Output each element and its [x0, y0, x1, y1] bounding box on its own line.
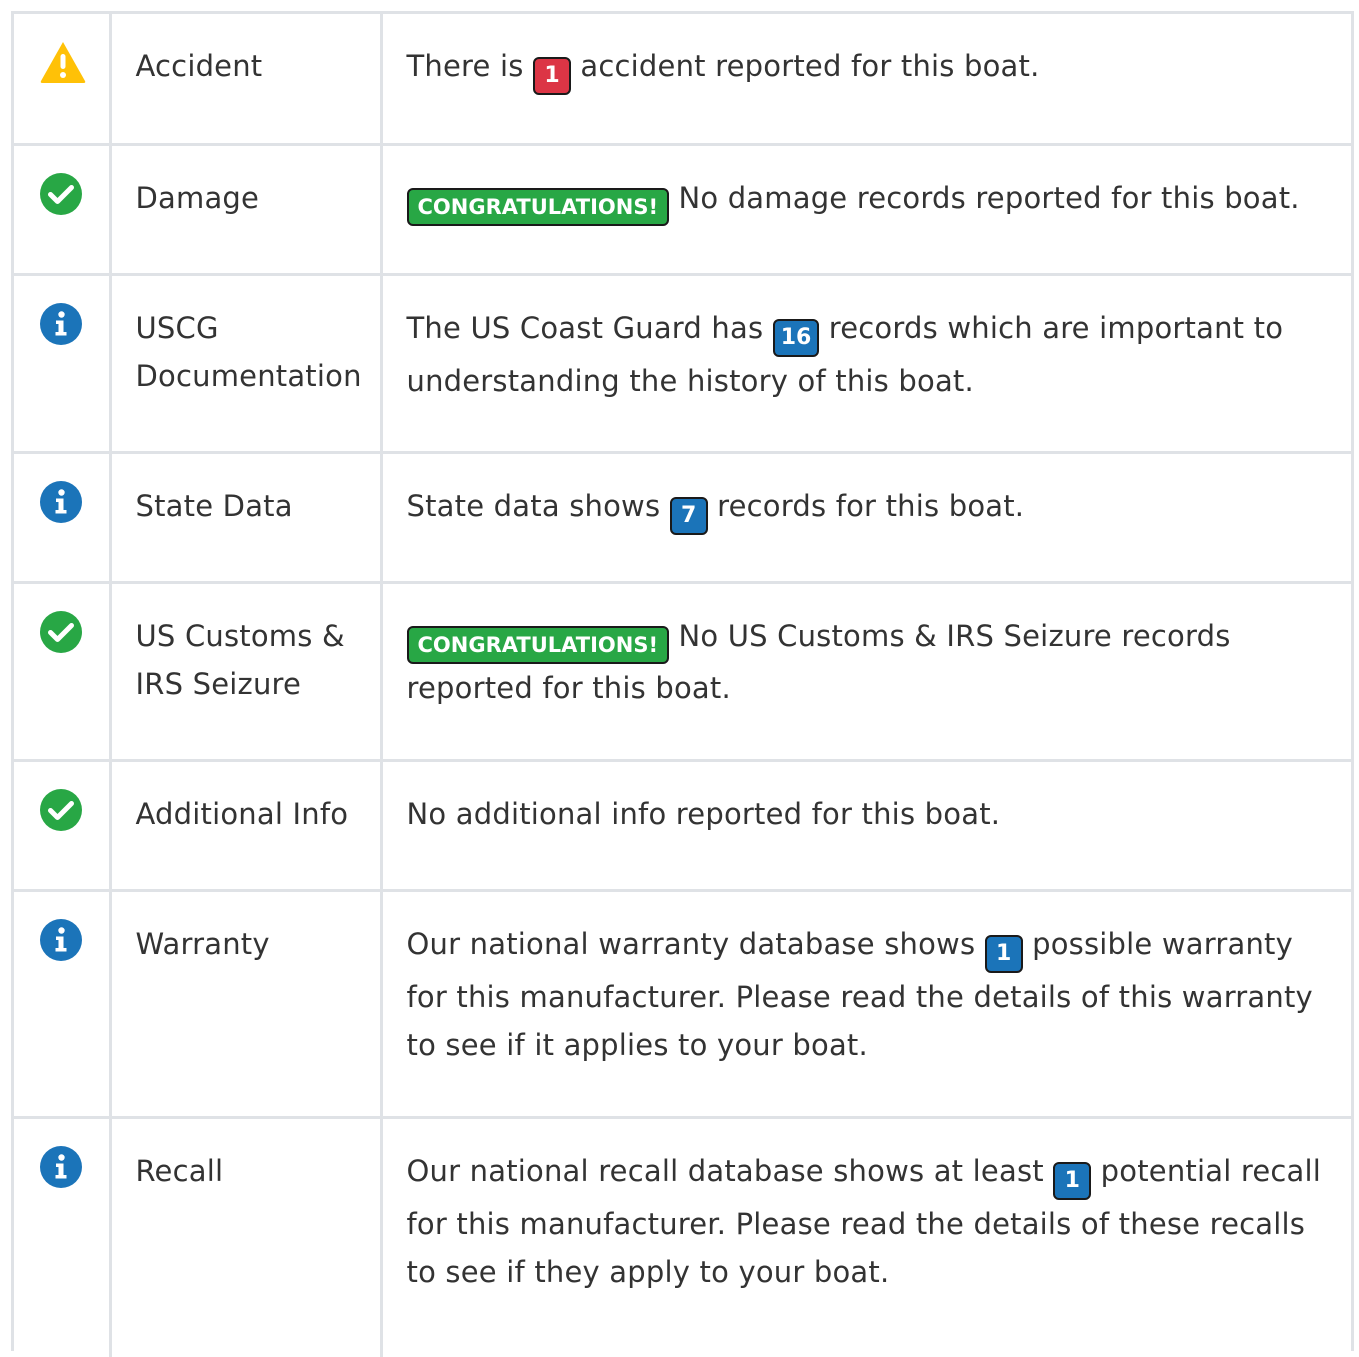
status-cell: [14, 890, 112, 1119]
table-row: Recall Our national recall database show…: [14, 1117, 1351, 1357]
description-text: Our national recall database shows at le…: [406, 1153, 1044, 1188]
status-cell: [14, 582, 112, 762]
warning-triangle-icon: [39, 40, 86, 84]
row-description: CONGRATULATIONS! No US Customs & IRS Sei…: [381, 582, 1351, 762]
row-label: Recall: [110, 1117, 383, 1357]
row-label: US Customs & IRS Seizure: [110, 582, 383, 762]
table-row: Additional Info No additional info repor…: [14, 760, 1351, 892]
description-text: State data shows: [406, 488, 661, 523]
table-row: State Data State data shows 7 records fo…: [14, 452, 1351, 584]
status-cell: [14, 452, 112, 584]
row-description: There is 1 accident reported for this bo…: [381, 14, 1351, 146]
row-label: Warranty: [110, 890, 383, 1119]
table-row: Accident There is 1 accident reported fo…: [14, 14, 1351, 146]
accident-count-badge: 1: [532, 57, 571, 95]
state-count-badge: 7: [669, 496, 708, 535]
congratulations-badge: CONGRATULATIONS!: [406, 187, 670, 226]
row-label: Damage: [110, 144, 383, 276]
row-description: Our national recall database shows at le…: [381, 1117, 1351, 1357]
row-description: Our national warranty database shows 1 p…: [381, 890, 1351, 1119]
status-cell: [14, 1117, 112, 1357]
description-text: The US Coast Guard has: [406, 310, 764, 345]
description-text: No damage records reported for this boat…: [678, 180, 1300, 215]
status-cell: [14, 144, 112, 276]
congratulations-badge: CONGRATULATIONS!: [406, 625, 670, 664]
history-report-table: Accident There is 1 accident reported fo…: [14, 14, 1351, 1357]
info-circle-icon: [39, 918, 83, 962]
status-cell: [14, 760, 112, 892]
table-row: US Customs & IRS Seizure CONGRATULATIONS…: [14, 582, 1351, 762]
uscg-count-badge: 16: [772, 318, 820, 357]
table-row: USCG Documentation The US Coast Guard ha…: [14, 274, 1351, 454]
table-row: Warranty Our national warranty database …: [14, 890, 1351, 1119]
description-text: records for this boat.: [717, 488, 1025, 523]
status-cell: [14, 274, 112, 454]
status-cell: [14, 14, 112, 146]
recall-count-badge: 1: [1053, 1161, 1092, 1200]
warranty-count-badge: 1: [984, 934, 1023, 973]
row-description: CONGRATULATIONS! No damage records repor…: [381, 144, 1351, 276]
check-circle-icon: [39, 610, 83, 654]
row-description: The US Coast Guard has 16 records which …: [381, 274, 1351, 454]
row-label: Additional Info: [110, 760, 383, 892]
info-circle-icon: [39, 1145, 83, 1189]
row-description: No additional info reported for this boa…: [381, 760, 1351, 892]
description-text: There is: [406, 49, 524, 83]
row-description: State data shows 7 records for this boat…: [381, 452, 1351, 584]
description-text: accident reported for this boat.: [580, 49, 1040, 83]
check-circle-icon: [39, 172, 83, 216]
info-circle-icon: [39, 302, 83, 346]
description-text: Our national warranty database shows: [406, 926, 976, 961]
row-label: State Data: [110, 452, 383, 584]
info-circle-icon: [39, 480, 83, 524]
row-label: USCG Documentation: [110, 274, 383, 454]
row-label: Accident: [110, 14, 383, 146]
table-row: Damage CONGRATULATIONS! No damage record…: [14, 144, 1351, 276]
check-circle-icon: [39, 788, 83, 832]
